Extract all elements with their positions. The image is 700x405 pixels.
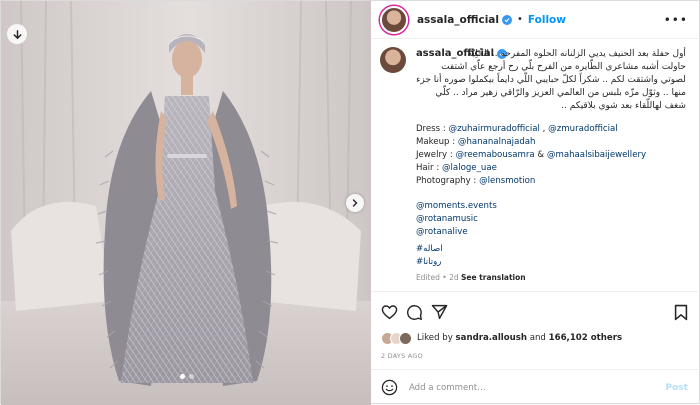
mention-link[interactable]: @reemabousamra — [455, 150, 534, 160]
caption-arabic-line: لصوتي واشتقت لكم .. شكراً لكلّ حبايبي ال… — [416, 75, 686, 85]
carousel-dot — [188, 374, 194, 379]
chevron-right-icon — [352, 199, 358, 207]
instagram-post: assala_official • Follow ••• assala_offi… — [0, 0, 700, 405]
mention-link[interactable]: @rotanalive — [416, 227, 468, 237]
caption-meta: Edited • 2d See translation — [416, 273, 526, 282]
caption-arabic-line: شغف لهاللّقاء بعد شوي بلاقيكم .. — [561, 101, 686, 111]
caption-arabic-line: حاولت أشبه مشاعري الطّايره من الفرح بلّي… — [441, 62, 686, 72]
more-options-icon[interactable]: ••• — [664, 13, 688, 27]
credit-joiner: & — [534, 150, 547, 160]
credit-photography: Photography : @lensmotion — [416, 176, 535, 186]
see-translation-button[interactable]: See translation — [461, 273, 526, 282]
post-timestamp[interactable]: 2 DAYS AGO — [381, 352, 423, 360]
carousel-indicator — [1, 374, 371, 379]
hashtag-link[interactable]: #روتانا — [416, 257, 442, 267]
mention-link[interactable]: @lensmotion — [479, 176, 535, 186]
post-header: assala_official • Follow ••• — [370, 1, 700, 39]
caption-area: assala_official أول حفلة بعد الحنيف يديي… — [371, 39, 700, 291]
mention-link[interactable]: @hananalnajadah — [458, 137, 536, 147]
edited-label: Edited — [415, 273, 440, 282]
credit-label: Photography : — [415, 176, 480, 186]
verified-badge-icon — [501, 14, 512, 25]
credit-dress: Dress : @zuhairmuradofficial , @zmuradof… — [416, 124, 618, 134]
post-comment-button[interactable]: Post — [665, 383, 687, 393]
credit-hair: Hair : @laloge_uae — [416, 163, 497, 173]
likes-count[interactable]: 166,102 others — [549, 333, 622, 343]
post-media[interactable] — [1, 1, 371, 405]
follow-button[interactable]: Follow — [528, 14, 566, 26]
save-button[interactable] — [672, 303, 690, 321]
post-photo — [1, 1, 371, 405]
credit-makeup: Makeup : @hananalnajadah — [416, 137, 536, 147]
likes-joiner: and — [526, 333, 549, 343]
emoji-icon[interactable] — [381, 379, 398, 396]
paper-plane-icon — [432, 304, 448, 320]
credit-label: Makeup : — [415, 137, 458, 147]
caption-avatar[interactable] — [379, 47, 406, 73]
comment-input[interactable] — [408, 382, 666, 393]
hashtag-link[interactable]: #اصاله — [416, 244, 443, 254]
meta-separator: • — [442, 273, 447, 282]
caption-time[interactable]: 2d — [449, 273, 459, 282]
caption-arabic-line: أول حفلة بعد الحنيف يديي الزلنانه الحلوه… — [467, 49, 686, 59]
action-bar — [370, 291, 700, 331]
comment-button[interactable] — [406, 303, 424, 321]
post-side-panel: assala_official • Follow ••• assala_offi… — [370, 1, 700, 405]
share-button[interactable] — [431, 303, 449, 321]
bookmark-icon — [674, 304, 688, 320]
likes-summary: Liked by sandra.alloush and 166,102 othe… — [380, 330, 622, 346]
mention-link[interactable]: @zuhairmuradofficial — [449, 124, 540, 134]
header-separator: • — [516, 14, 523, 25]
credit-label: Dress : — [415, 124, 449, 134]
mention-link[interactable]: @mahaalsibaijewellery — [547, 150, 646, 160]
carousel-next-button[interactable] — [346, 194, 364, 212]
likes-prefix: Liked by — [416, 333, 456, 343]
avatar[interactable] — [379, 5, 408, 34]
credit-label: Jewelry : — [415, 150, 456, 160]
media-type-badge[interactable] — [7, 24, 27, 44]
like-button[interactable] — [381, 303, 399, 321]
carousel-dot-active — [179, 374, 185, 379]
comment-icon — [407, 304, 423, 320]
caption-arabic-line: منها .. وثوّل مزّه بلبس من العالمي العزي… — [435, 88, 686, 98]
mention-link[interactable]: @zmuradofficial — [548, 124, 618, 134]
liker-avatar[interactable] — [398, 331, 412, 345]
credit-jewelry: Jewelry : @reemabousamra & @mahaalsibaij… — [416, 150, 646, 160]
arrow-down-icon — [13, 29, 21, 39]
mention-link[interactable]: @moments.events — [416, 201, 497, 211]
mention-link[interactable]: @rotanamusic — [416, 214, 478, 224]
heart-icon — [382, 305, 398, 320]
liker-username[interactable]: sandra.alloush — [456, 333, 527, 343]
author-username[interactable]: assala_official — [417, 14, 499, 26]
comment-box: Post — [370, 369, 700, 405]
likes-text: Liked by sandra.alloush and 166,102 othe… — [417, 333, 622, 343]
credit-label: Hair : — [415, 163, 442, 173]
credit-joiner: , — [539, 124, 549, 134]
mention-link[interactable]: @laloge_uae — [442, 163, 497, 173]
